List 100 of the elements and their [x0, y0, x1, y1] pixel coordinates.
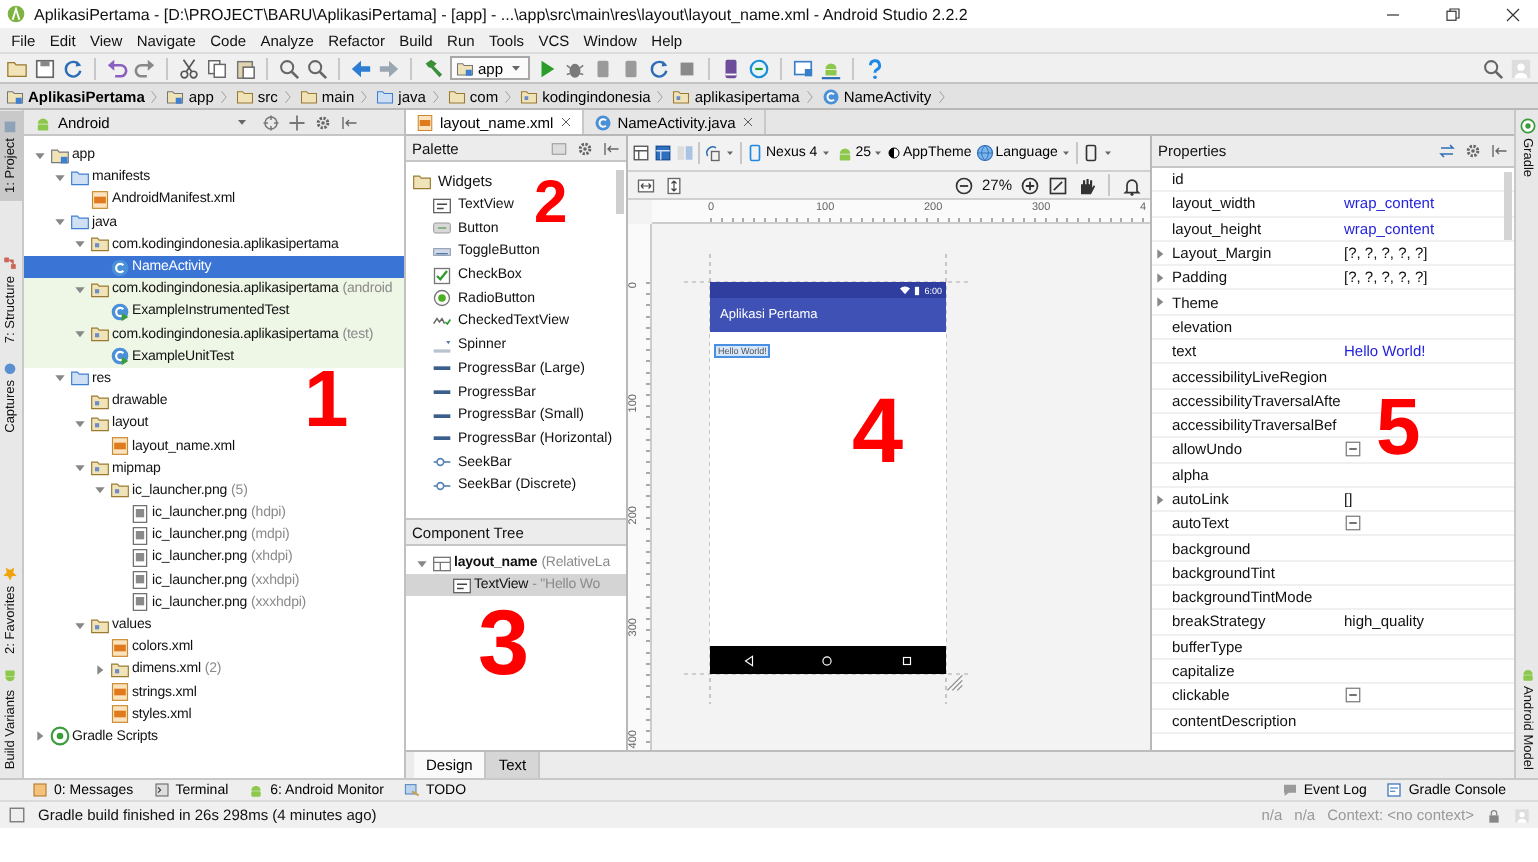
expanded-arrow-icon[interactable] [72, 326, 88, 343]
design-view-icon[interactable] [632, 144, 650, 162]
fit-width-icon[interactable] [636, 175, 656, 195]
resize-handle-icon[interactable] [944, 672, 964, 692]
paste-icon[interactable] [234, 57, 256, 79]
home-icon [820, 653, 835, 667]
caret-icon [819, 146, 832, 160]
hide-panel-icon[interactable] [602, 139, 620, 157]
settings-icon[interactable] [576, 139, 594, 157]
checkbox[interactable] [1344, 440, 1362, 459]
star-icon [3, 566, 19, 583]
dropdown[interactable] [1081, 144, 1114, 162]
battery-icon [912, 285, 923, 295]
zoom-out-icon[interactable] [953, 175, 974, 195]
hide-panel-icon[interactable] [1490, 142, 1508, 160]
save-icon[interactable] [34, 57, 56, 79]
package-folder-icon [90, 234, 110, 255]
search-icon[interactable] [278, 57, 300, 79]
close-icon[interactable] [1503, 5, 1521, 23]
fit-height-icon[interactable] [664, 175, 684, 195]
zoom-in-icon[interactable] [1020, 175, 1040, 195]
expand-all-icon[interactable] [288, 113, 306, 131]
chevron-icon [654, 89, 669, 103]
chevron-icon [281, 89, 296, 103]
copy-icon[interactable] [206, 57, 228, 79]
window-icon[interactable] [791, 57, 814, 79]
settings-icon[interactable] [314, 113, 332, 131]
close-icon[interactable] [741, 116, 754, 128]
theme-icon [888, 144, 901, 162]
dropdown[interactable] [704, 144, 736, 162]
expanded-arrow-icon[interactable] [72, 415, 88, 432]
caret-icon [1059, 146, 1072, 160]
image-file-icon [130, 547, 150, 568]
expanded-arrow-icon[interactable] [72, 236, 88, 253]
gradle-icon [50, 726, 70, 747]
expanded-arrow-icon[interactable] [52, 214, 68, 231]
hide-panel-icon[interactable] [340, 113, 358, 131]
stop-icon[interactable] [675, 57, 698, 79]
console-icon [1386, 782, 1403, 798]
module-folder-icon [50, 145, 70, 166]
checkbox[interactable] [1344, 514, 1362, 533]
expanded-arrow-icon[interactable] [72, 617, 88, 634]
scrollbar[interactable] [616, 170, 624, 214]
blueprint-view-icon[interactable] [654, 144, 672, 162]
android-icon [3, 670, 19, 687]
search-icon[interactable] [1482, 57, 1504, 79]
layout-icon [432, 553, 452, 574]
undo-icon[interactable] [106, 57, 128, 79]
fit-screen-icon[interactable] [1048, 175, 1068, 195]
phone-icon [1081, 144, 1100, 162]
status-toggle-icon[interactable] [8, 806, 26, 824]
lock-icon[interactable] [1486, 807, 1502, 823]
expanded-arrow-icon[interactable] [414, 555, 430, 572]
expanded-arrow-icon[interactable] [32, 147, 48, 164]
magnifier-icon[interactable] [306, 57, 328, 79]
pan-icon[interactable] [1076, 175, 1096, 195]
panel-icon[interactable] [550, 139, 568, 157]
recents-icon [899, 653, 914, 667]
expanded-arrow-icon[interactable] [72, 460, 88, 477]
collapsed-arrow-icon[interactable] [92, 661, 108, 678]
swap-icon[interactable] [1438, 142, 1456, 160]
redo-icon[interactable] [134, 57, 156, 79]
image-file-icon [130, 592, 150, 613]
close-icon[interactable] [559, 116, 572, 128]
caret-icon [507, 60, 524, 76]
cut-icon[interactable] [178, 57, 200, 79]
todo-icon [403, 782, 420, 798]
settings-icon[interactable] [1464, 142, 1482, 160]
bell-icon[interactable] [1122, 175, 1142, 195]
class-icon [593, 113, 612, 131]
image-file-icon [130, 503, 150, 524]
scrollbar[interactable] [1504, 172, 1512, 240]
collapsed-arrow-icon[interactable] [1152, 491, 1168, 507]
chevron-icon [148, 89, 163, 103]
back-arrow-icon[interactable] [350, 57, 372, 79]
text-view-icon [432, 195, 452, 216]
image-file-icon [130, 525, 150, 546]
expanded-arrow-icon[interactable] [92, 482, 108, 499]
collapsed-arrow-icon[interactable] [32, 728, 48, 745]
help-icon[interactable] [863, 57, 886, 79]
speech-bubble-icon [1281, 782, 1298, 798]
xml-file-icon [110, 436, 130, 457]
gradle-icon [1519, 118, 1535, 134]
forward-arrow-icon[interactable] [378, 57, 400, 79]
expanded-arrow-icon[interactable] [52, 169, 68, 186]
caret-icon [1101, 146, 1114, 160]
expanded-arrow-icon[interactable] [52, 370, 68, 387]
annotation-number: 5 [1376, 388, 1421, 468]
class-icon [821, 87, 840, 105]
restore-icon[interactable] [1443, 5, 1461, 23]
caret-icon [724, 146, 736, 160]
package-folder-icon [90, 324, 110, 345]
messages-icon [32, 782, 48, 798]
expanded-arrow-icon[interactable] [72, 281, 88, 298]
annotation-number: 4 [852, 384, 904, 476]
checkbox[interactable] [1344, 686, 1362, 705]
hammer-icon[interactable] [422, 57, 444, 79]
caret-icon [872, 146, 885, 160]
target-icon[interactable] [262, 113, 280, 131]
package-folder-icon [90, 279, 110, 300]
